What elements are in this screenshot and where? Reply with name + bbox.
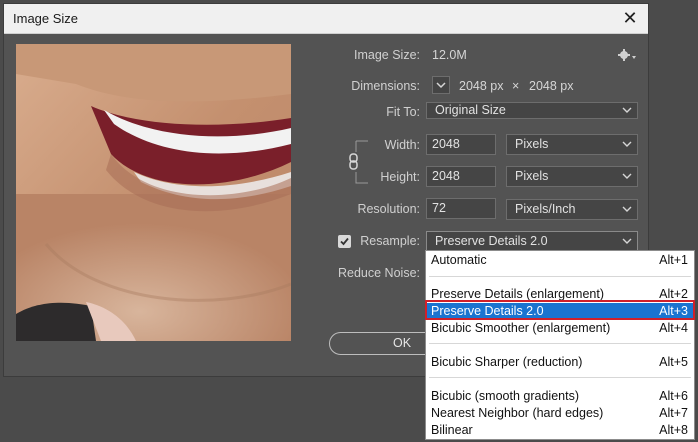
- resolution-unit-value: Pixels/Inch: [515, 202, 576, 216]
- dropdown-separator: [429, 276, 691, 277]
- dropdown-item-bilinear[interactable]: Bilinear Alt+8: [426, 422, 694, 439]
- preview-image: [16, 44, 291, 341]
- image-size-value: 12.0M: [432, 48, 467, 62]
- dropdown-item-bicubic-smoother[interactable]: Bicubic Smoother (enlargement) Alt+4: [426, 320, 694, 337]
- chevron-down-icon: [622, 141, 632, 147]
- close-button[interactable]: ✕: [616, 6, 644, 30]
- width-input[interactable]: 2048: [426, 134, 496, 155]
- resolution-input[interactable]: 72: [426, 198, 496, 219]
- resolution-unit-select[interactable]: Pixels/Inch: [506, 199, 638, 220]
- dimensions-height: 2048 px: [529, 79, 574, 93]
- chevron-down-icon: [622, 173, 632, 179]
- dimensions-times: ×: [512, 79, 520, 93]
- height-unit-select[interactable]: Pixels: [506, 166, 638, 187]
- dimensions-label: Dimensions:: [351, 79, 420, 93]
- dropdown-item-bicubic-sharper[interactable]: Bicubic Sharper (reduction) Alt+5: [426, 354, 694, 371]
- chevron-down-icon: [622, 238, 632, 244]
- dropdown-separator: [429, 377, 691, 378]
- resample-select[interactable]: Preserve Details 2.0: [426, 231, 638, 252]
- dropdown-item-automatic[interactable]: Automatic Alt+1: [426, 252, 694, 269]
- chevron-down-icon: [622, 206, 632, 212]
- fit-to-value: Original Size: [435, 103, 506, 117]
- dialog-title: Image Size: [13, 11, 79, 26]
- dropdown-item-preserve-details-enlargement[interactable]: Preserve Details (enlargement) Alt+2: [426, 286, 694, 303]
- close-icon: ✕: [622, 8, 638, 28]
- width-unit-select[interactable]: Pixels: [506, 134, 638, 155]
- resample-value: Preserve Details 2.0: [435, 234, 548, 248]
- width-label: Width:: [384, 138, 420, 152]
- dropdown-item-nearest-neighbor[interactable]: Nearest Neighbor (hard edges) Alt+7: [426, 405, 694, 422]
- height-input[interactable]: 2048: [426, 166, 496, 187]
- resample-dropdown: Automatic Alt+1 Preserve Details (enlarg…: [425, 250, 695, 440]
- width-unit-value: Pixels: [515, 137, 549, 151]
- title-bar: Image Size ✕: [4, 4, 648, 34]
- image-size-label: Image Size:: [353, 48, 420, 62]
- reduce-noise-label: Reduce Noise:: [338, 266, 420, 280]
- dimensions-width: 2048 px: [459, 79, 504, 93]
- fit-to-select[interactable]: Original Size: [426, 102, 638, 119]
- height-label: Height:: [380, 170, 420, 184]
- dimensions-toggle[interactable]: [432, 76, 450, 94]
- dropdown-item-preserve-details-2[interactable]: Preserve Details 2.0 Alt+3: [426, 303, 694, 320]
- chevron-down-icon: [622, 107, 632, 113]
- resolution-label: Resolution:: [357, 202, 420, 216]
- dropdown-separator: [429, 343, 691, 344]
- dropdown-item-bicubic[interactable]: Bicubic (smooth gradients) Alt+6: [426, 388, 694, 405]
- gear-icon[interactable]: [618, 48, 638, 62]
- chevron-down-icon: [436, 82, 446, 89]
- height-unit-value: Pixels: [515, 169, 549, 183]
- fit-to-label: Fit To:: [386, 105, 420, 119]
- image-preview[interactable]: [16, 44, 291, 341]
- resample-label: Resample:: [360, 234, 420, 248]
